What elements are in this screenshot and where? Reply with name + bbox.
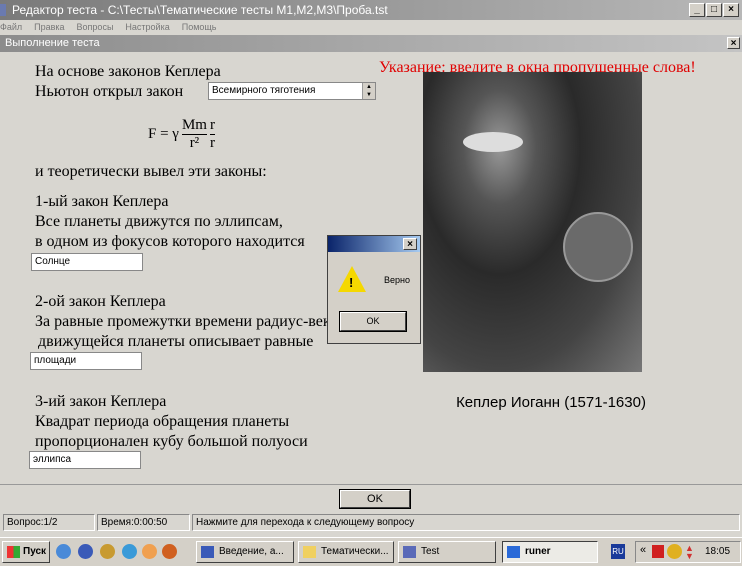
quicklaunch-firefox-icon[interactable] xyxy=(162,544,177,559)
task-folder[interactable]: Тематически... xyxy=(298,541,394,563)
law1-title: 1-ый закон Кеплера xyxy=(35,193,169,210)
message-ok-button[interactable]: OK xyxy=(340,312,406,331)
quicklaunch-mail-icon[interactable] xyxy=(142,544,157,559)
spin-buttons[interactable]: ▲ ▼ xyxy=(362,83,375,99)
ruff-collar xyxy=(463,132,523,152)
task-word[interactable]: Введение, а... xyxy=(196,541,294,563)
law3-line2: пропорционален кубу большой полуоси xyxy=(35,433,308,450)
app-icon xyxy=(0,4,6,16)
status-hint: Нажмите для перехода к следующему вопрос… xyxy=(192,514,740,531)
window-titlebar: Редактор теста - C:\Тесты\Тематические т… xyxy=(0,0,742,20)
window-title: Редактор теста - C:\Тесты\Тематические т… xyxy=(12,3,388,17)
quicklaunch-media-icon[interactable] xyxy=(78,544,93,559)
status-question: Вопрос:1/2 xyxy=(3,514,95,531)
status-time: Время:0:00:50 xyxy=(97,514,190,531)
portrait-caption: Кеплер Иоганн (1571-1630) xyxy=(456,394,646,411)
tray-arrows-icon[interactable]: ▲ ▼ xyxy=(685,544,694,561)
law1-line2: в одном из фокусов которого находится xyxy=(35,233,305,250)
globe xyxy=(563,212,633,282)
word-icon xyxy=(201,546,214,558)
runer-icon xyxy=(507,546,520,558)
maximize-button[interactable]: □ xyxy=(706,3,722,17)
tray-app-icon[interactable] xyxy=(667,544,682,559)
language-indicator[interactable]: RU xyxy=(611,544,625,559)
quicklaunch-tool-icon[interactable] xyxy=(100,544,115,559)
quicklaunch-browser-icon[interactable] xyxy=(122,544,137,559)
warning-icon-mark: ! xyxy=(349,275,354,290)
quicklaunch-ie-icon[interactable] xyxy=(56,544,71,559)
intro-line-2: Ньютон открыл закон xyxy=(35,83,184,100)
message-text: Верно xyxy=(384,275,410,285)
test-window-title: Выполнение теста xyxy=(5,37,100,49)
tray-expand-icon[interactable]: « xyxy=(640,544,646,556)
intro-line-1: На основе законов Кеплера xyxy=(35,63,221,80)
menubar: Файл Правка Вопросы Настройка Помощь xyxy=(0,20,742,34)
start-button[interactable]: Пуск xyxy=(2,541,50,563)
windows-logo-icon xyxy=(7,546,20,558)
menu-settings[interactable]: Настройка xyxy=(125,22,169,32)
answer-input-1[interactable]: Солнце xyxy=(31,253,143,271)
message-box-close-button[interactable]: × xyxy=(403,238,417,250)
answer-input-3[interactable]: эллипса xyxy=(29,451,141,469)
minimize-button[interactable]: _ xyxy=(689,3,705,17)
menu-file[interactable]: Файл xyxy=(0,22,22,32)
law2-line2: движущейся планеты описывает равные xyxy=(38,333,314,350)
law3-line1: Квадрат периода обращения планеты xyxy=(35,413,290,430)
law2-line1: За равные промежутки времени радиус-вект… xyxy=(35,313,327,330)
menu-help[interactable]: Помощь xyxy=(182,22,217,32)
task-test[interactable]: Test xyxy=(398,541,496,563)
task-runer[interactable]: runer xyxy=(502,541,598,563)
answer-input-2[interactable]: площади xyxy=(30,352,142,370)
law3-title: 3-ий закон Кеплера xyxy=(35,393,167,410)
kepler-portrait xyxy=(423,72,642,372)
test-window-close-button[interactable]: × xyxy=(727,37,740,49)
menu-questions[interactable]: Вопросы xyxy=(77,22,114,32)
answer-input-0[interactable]: Всемирного тяготения xyxy=(208,82,376,100)
app-icon xyxy=(403,546,416,558)
next-ok-button[interactable]: OK xyxy=(340,490,410,508)
intro-line-3: и теоретически вывел эти законы: xyxy=(35,163,267,180)
test-window-titlebar: Выполнение теста xyxy=(0,35,742,52)
menu-edit[interactable]: Правка xyxy=(34,22,64,32)
law2-title: 2-ой закон Кеплера xyxy=(35,293,166,310)
folder-icon xyxy=(303,546,316,558)
formula: F = γ Mm r² rr xyxy=(148,117,215,151)
law1-line1: Все планеты движутся по эллипсам, xyxy=(35,213,283,230)
divider xyxy=(0,484,742,485)
message-box: × ! Верно OK xyxy=(327,235,421,344)
antivirus-icon[interactable] xyxy=(652,545,664,558)
clock: 18:05 xyxy=(705,546,731,557)
close-button[interactable]: × xyxy=(723,3,739,17)
